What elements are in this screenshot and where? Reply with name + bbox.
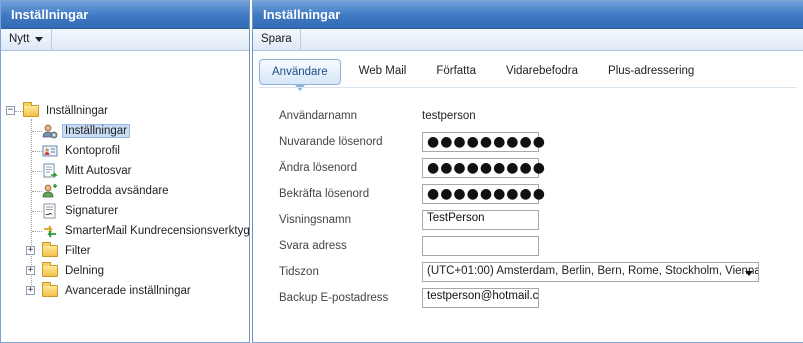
current-password-field[interactable]: ●●●●●●●●● [422,132,545,152]
tree-connector [15,111,23,112]
change-password-row: Ändra lösenord ●●●●●●●●● [279,158,545,178]
tree-connector [32,231,42,232]
tree-connector [32,211,42,212]
change-password-field[interactable]: ●●●●●●●●● [422,158,545,178]
autoresponder-icon [42,163,58,179]
expand-toggle-icon[interactable]: + [26,246,35,255]
expand-toggle-icon[interactable]: + [26,286,35,295]
trusted-sender-icon [42,183,58,199]
confirm-password-field[interactable]: ●●●●●●●●● [422,184,545,204]
tree-item-settings[interactable]: Inställningar [42,121,131,141]
username-value: testperson [422,110,476,122]
confirm-password-label: Bekräfta lösenord [279,188,370,200]
tab-compose[interactable]: Författa [424,59,488,85]
right-panel-title: Inställningar [253,1,803,29]
tree-folder-sharing[interactable]: Delning [42,261,107,281]
save-button[interactable]: Spara [253,29,301,50]
expand-toggle-icon[interactable]: + [26,266,35,275]
folder-icon [42,242,58,259]
tree-root-label: Inställningar [46,105,109,117]
tree-folder-label: Delning [65,265,104,277]
left-toolbar: Nytt [1,29,249,51]
tab-divider [259,87,797,88]
tree-connector [32,131,42,132]
tree-item-label: Mitt Autosvar [65,165,132,177]
backup-email-field[interactable]: testperson@hotmail.co [422,288,539,308]
username-label: Användarnamn [279,110,357,122]
tree-folder-label: Filter [65,245,91,257]
review-tool-icon [42,223,58,239]
chevron-down-icon [745,271,753,276]
tree-item-label: Kontoprofil [65,145,120,157]
username-row: Användarnamn testperson [279,106,476,126]
tree-folder-label: Avancerade inställningar [65,285,191,297]
tree-connector [32,171,42,172]
tree-item-label: SmarterMail Kundrecensionsverktyg [65,225,250,237]
backup-email-label: Backup E-postadress [279,292,389,304]
right-toolbar: Spara [253,29,803,51]
timezone-row: Tidszon (UTC+01:00) Amsterdam, Berlin, B… [279,262,759,282]
tab-forwarding[interactable]: Vidarebefodra [494,59,590,85]
confirm-password-row: Bekräfta lösenord ●●●●●●●●● [279,184,545,204]
tree-item-review-tool[interactable]: SmarterMail Kundrecensionsverktyg [42,221,250,241]
left-panel-title: Inställningar [1,1,249,29]
tree-connector [32,151,42,152]
display-name-field[interactable]: TestPerson [422,210,539,230]
display-name-row: Visningsnamn TestPerson [279,210,539,230]
reply-address-label: Svara adress [279,240,347,252]
signature-icon [42,203,58,219]
backup-email-row: Backup E-postadress testperson@hotmail.c… [279,288,539,308]
tree-connector [32,191,42,192]
chevron-down-icon [35,37,44,42]
new-button-label: Nytt [9,33,30,45]
tree-folder-advanced-settings[interactable]: Avancerade inställningar [42,281,194,301]
current-password-row: Nuvarande lösenord ●●●●●●●●● [279,132,545,152]
tree-root-settings[interactable]: Inställningar [23,101,111,121]
display-name-label: Visningsnamn [279,214,352,226]
tab-webmail[interactable]: Web Mail [347,59,419,85]
tree-item-account-profile[interactable]: Kontoprofil [42,141,123,161]
tab-plus-addressing[interactable]: Plus-adressering [596,59,706,85]
collapse-toggle-icon[interactable]: − [6,106,15,115]
reply-address-field[interactable] [422,236,539,256]
right-panel: Inställningar Spara Användare Web Mail F… [252,0,803,343]
tree-item-label: Signaturer [65,205,119,217]
folder-icon [42,262,58,279]
settings-tabs: Användare Web Mail Författa Vidarebefodr… [259,59,803,91]
left-panel: Inställningar Nytt − Inställningar Instä… [0,0,250,343]
folder-open-icon [23,102,39,119]
settings-user-icon [42,123,58,139]
timezone-value: (UTC+01:00) Amsterdam, Berlin, Bern, Rom… [427,265,759,277]
new-button[interactable]: Nytt [1,29,53,50]
tree-item-autoresponder[interactable]: Mitt Autosvar [42,161,134,181]
tree-item-trusted-senders[interactable]: Betrodda avsändare [42,181,172,201]
timezone-label: Tidszon [279,266,319,278]
profile-card-icon [42,143,58,159]
timezone-select[interactable]: (UTC+01:00) Amsterdam, Berlin, Bern, Rom… [422,262,759,282]
reply-address-row: Svara adress [279,236,539,256]
tab-user[interactable]: Användare [259,59,341,91]
current-password-label: Nuvarande lösenord [279,136,383,148]
folder-icon [42,282,58,299]
tree-item-label: Inställningar [62,124,131,138]
settings-tree: − Inställningar Inställningar Kontoprofi… [1,51,249,297]
tree-item-signatures[interactable]: Signaturer [42,201,121,221]
tree-folder-filter[interactable]: Filter [42,241,94,261]
tree-item-label: Betrodda avsändare [65,185,169,197]
change-password-label: Ändra lösenord [279,162,357,174]
